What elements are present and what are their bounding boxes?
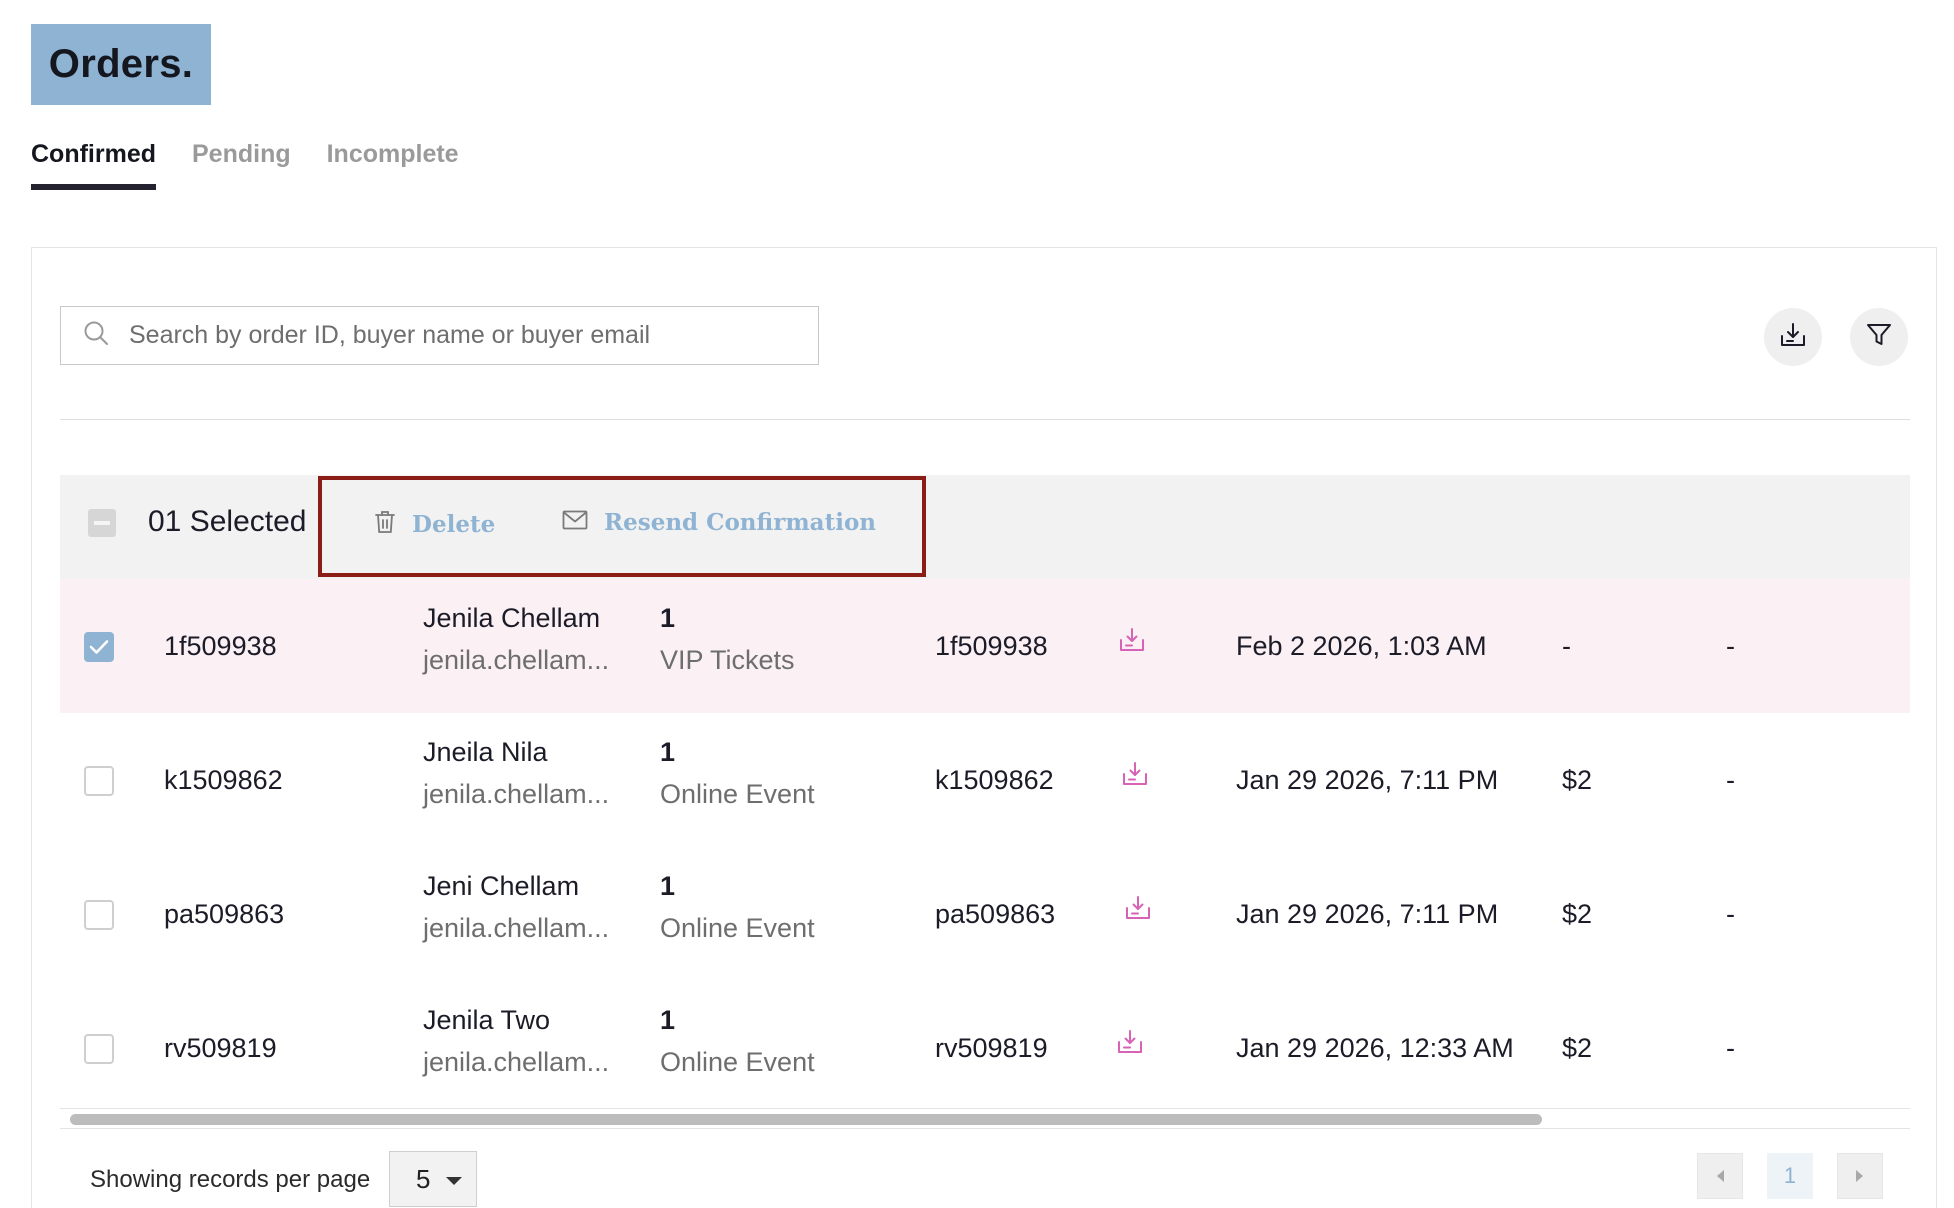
order-extra: - <box>1726 631 1735 661</box>
tab-pending[interactable]: Pending <box>192 136 291 190</box>
buyer-name: Jenila Chellam <box>423 603 601 633</box>
buyer-name: Jneila Nila <box>423 737 548 767</box>
selected-count: 01 Selected <box>148 505 307 538</box>
previous-page-button[interactable] <box>1697 1153 1743 1199</box>
table-footer-divider <box>60 1128 1910 1129</box>
chevron-right-icon <box>1856 1170 1863 1182</box>
tab-incomplete[interactable]: Incomplete <box>327 136 459 190</box>
delete-button[interactable]: Delete <box>374 509 495 540</box>
orders-card: 01 Selected Delete Resend Confirmation 1… <box>31 247 1937 1208</box>
buyer-name: Jenila Two <box>423 1005 551 1035</box>
buyer-email: jenila.chellam... <box>423 779 610 809</box>
order-id[interactable]: pa509863 <box>164 899 284 930</box>
trash-icon <box>374 509 396 540</box>
buyer-email: jenila.chellam... <box>423 1047 610 1077</box>
buyer-email: jenila.chellam... <box>423 913 610 943</box>
order-id[interactable]: rv509819 <box>164 1033 277 1064</box>
select-all-checkbox[interactable] <box>88 509 116 537</box>
order-amount: - <box>1562 631 1571 661</box>
buyer-email: jenila.chellam... <box>423 645 610 675</box>
order-extra: - <box>1726 765 1735 795</box>
row-checkbox[interactable] <box>84 632 114 662</box>
order-id[interactable]: k1509862 <box>164 765 283 796</box>
chevron-down-icon <box>446 1177 462 1185</box>
ticket-quantity: 1 <box>660 871 676 901</box>
next-page-button[interactable] <box>1837 1153 1883 1199</box>
per-page-label: Showing records per page <box>90 1166 371 1193</box>
search-input[interactable] <box>129 321 809 350</box>
order-reference: 1f509938 <box>935 631 1048 661</box>
chevron-left-icon <box>1717 1170 1724 1182</box>
filter-icon <box>1865 321 1893 354</box>
order-reference: rv509819 <box>935 1033 1048 1063</box>
row-checkbox[interactable] <box>84 1034 114 1064</box>
ticket-type: Online Event <box>660 779 815 809</box>
buyer-name: Jeni Chellam <box>423 871 580 901</box>
order-date: Jan 29 2026, 7:11 PM <box>1236 765 1499 795</box>
filter-button[interactable] <box>1850 308 1908 366</box>
download-ticket-icon[interactable] <box>1116 1029 1144 1060</box>
page-number-button[interactable]: 1 <box>1767 1153 1813 1199</box>
order-amount: $2 <box>1562 1033 1593 1063</box>
download-ticket-icon[interactable] <box>1124 895 1152 926</box>
page-title-banner: Orders. <box>31 24 211 105</box>
order-date: Jan 29 2026, 12:33 AM <box>1236 1033 1514 1063</box>
ticket-type: VIP Tickets <box>660 645 795 675</box>
ticket-quantity: 1 <box>660 1005 676 1035</box>
per-page-select[interactable]: 5 <box>389 1151 477 1207</box>
table-row[interactable]: pa509863 Jeni Chellam jenila.chellam... … <box>60 847 1910 981</box>
ticket-quantity: 1 <box>660 737 676 767</box>
table-row[interactable]: 1f509938 Jenila Chellam jenila.chellam..… <box>60 579 1910 713</box>
row-checkbox[interactable] <box>84 766 114 796</box>
table-row[interactable]: k1509862 Jneila Nila jenila.chellam... 1… <box>60 713 1910 847</box>
ticket-type: Online Event <box>660 913 815 943</box>
order-amount: $2 <box>1562 765 1593 795</box>
order-extra: - <box>1726 1033 1735 1063</box>
delete-label: Delete <box>412 511 496 538</box>
order-id[interactable]: 1f509938 <box>164 631 277 662</box>
scrollbar-thumb[interactable] <box>70 1114 1542 1125</box>
per-page-value: 5 <box>416 1163 431 1194</box>
order-reference: pa509863 <box>935 899 1056 929</box>
order-date: Feb 2 2026, 1:03 AM <box>1236 631 1487 661</box>
order-extra: - <box>1726 899 1735 929</box>
download-icon <box>1779 321 1807 354</box>
resend-confirmation-button[interactable]: Resend Confirmation <box>562 509 876 536</box>
download-ticket-icon[interactable] <box>1118 627 1146 658</box>
toolbar-divider <box>60 419 1910 420</box>
download-ticket-icon[interactable] <box>1121 761 1149 792</box>
check-icon <box>89 640 109 654</box>
row-checkbox[interactable] <box>84 900 114 930</box>
ticket-quantity: 1 <box>660 603 676 633</box>
mail-icon <box>562 510 588 535</box>
resend-label: Resend Confirmation <box>604 509 877 536</box>
page-title: Orders. <box>48 42 194 86</box>
order-reference: k1509862 <box>935 765 1054 795</box>
ticket-type: Online Event <box>660 1047 815 1077</box>
search-box <box>60 306 819 365</box>
order-status-tabs: Confirmed Pending Incomplete <box>31 136 459 192</box>
order-amount: $2 <box>1562 899 1593 929</box>
table-row[interactable]: rv509819 Jenila Two jenila.chellam... 1 … <box>60 981 1910 1115</box>
selection-bar: 01 Selected Delete Resend Confirmation <box>60 475 1910 579</box>
export-download-button[interactable] <box>1764 308 1822 366</box>
tab-confirmed[interactable]: Confirmed <box>31 136 156 190</box>
search-icon <box>83 320 109 351</box>
order-date: Jan 29 2026, 7:11 PM <box>1236 899 1499 929</box>
